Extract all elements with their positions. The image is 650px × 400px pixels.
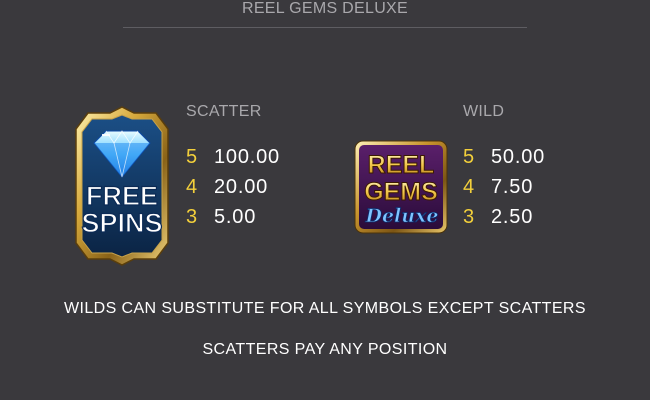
pay-count: 5 [186, 145, 198, 168]
wild-paytable: 5 50.00 4 7.50 3 2.50 [463, 142, 545, 232]
free-spins-diamond-icon: FREE SPINS [75, 106, 169, 266]
pay-count: 3 [186, 205, 198, 228]
wild-logo-text-deluxe: Deluxe [364, 205, 438, 227]
title-divider [123, 27, 527, 28]
wild-pay-row: 3 2.50 [463, 202, 545, 232]
scatter-paytable: 5 100.00 4 20.00 3 5.00 [186, 142, 280, 232]
scatter-pay-row: 5 100.00 [186, 142, 280, 172]
scatter-pay-row: 4 20.00 [186, 172, 280, 202]
wild-logo-text-reel: REEL [368, 151, 435, 179]
pay-value: 50.00 [491, 145, 546, 168]
pay-value: 20.00 [214, 175, 269, 198]
pay-value: 5.00 [214, 205, 257, 228]
game-title: REEL GEMS DELUXE [241, 0, 409, 17]
wild-substitute-rule: WILDS CAN SUBSTITUTE FOR ALL SYMBOLS EXC… [64, 300, 586, 317]
reel-gems-deluxe-logo-icon: REEL GEMS Deluxe [354, 140, 448, 234]
free-spins-text-spins: SPINS [81, 208, 162, 238]
pay-value: 7.50 [491, 175, 534, 198]
pay-count: 3 [463, 205, 475, 228]
wild-pay-row: 5 50.00 [463, 142, 545, 172]
wild-pay-row: 4 7.50 [463, 172, 545, 202]
scatter-position-rule: SCATTERS PAY ANY POSITION [202, 341, 448, 358]
paytable-page: REEL GEMS DELUXE FREE SPINS SCATTER 5 10… [0, 0, 650, 400]
scatter-label: SCATTER [186, 103, 262, 120]
pay-value: 2.50 [491, 205, 534, 228]
pay-count: 4 [463, 175, 475, 198]
wild-logo-text-gems: GEMS [364, 178, 438, 206]
free-spins-text-free: FREE [86, 181, 158, 211]
pay-value: 100.00 [214, 145, 280, 168]
pay-count: 4 [186, 175, 198, 198]
pay-count: 5 [463, 145, 475, 168]
wild-label: WILD [463, 103, 505, 120]
scatter-pay-row: 3 5.00 [186, 202, 280, 232]
